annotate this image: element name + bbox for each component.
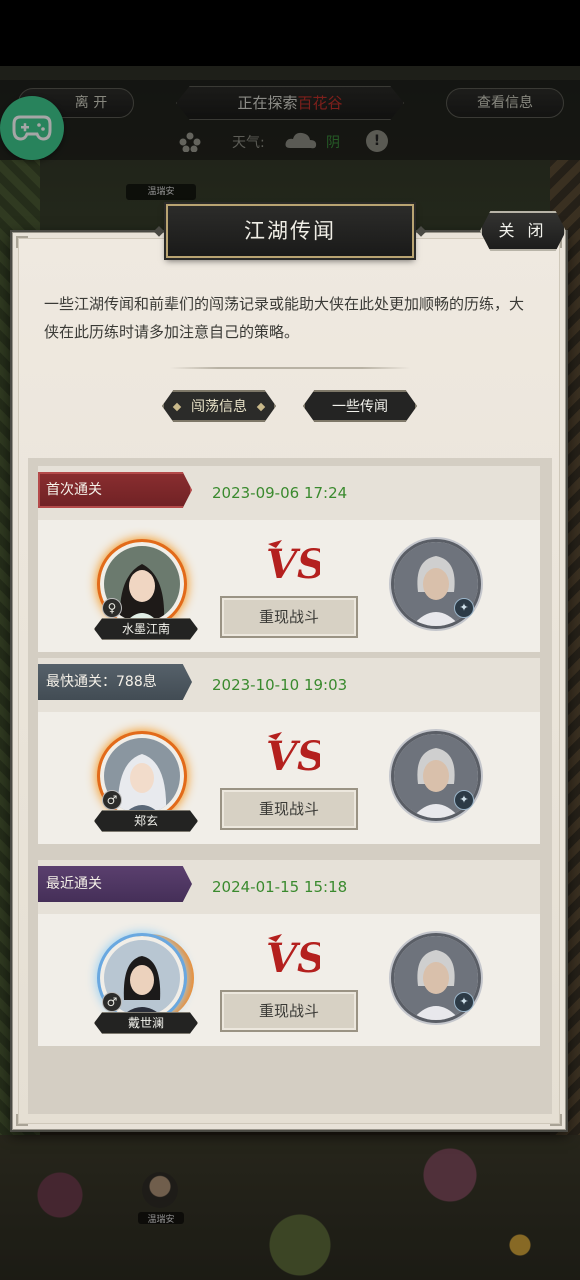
divider: [170, 367, 410, 369]
record-first-clear: 首次通关 2023-09-06 17:24 ♀ 水墨江南 VS 重现战斗 ✦: [38, 466, 540, 652]
close-button[interactable]: 关 闭: [480, 211, 566, 251]
record-label: 最近通关: [38, 866, 192, 902]
gender-badge: ♂: [102, 790, 122, 810]
record-body: ♂ 郑玄 VS 重现战斗 ✦: [38, 712, 540, 844]
vs-icon: VS: [266, 540, 320, 588]
corner-ornament: [550, 1114, 562, 1126]
replay-battle-button[interactable]: 重现战斗: [220, 596, 358, 638]
record-latest-clear: 最近通关 2024-01-15 15:18 ♂ 戴世澜 VS 重现战斗 ✦: [38, 860, 540, 1046]
record-header: 最近通关 2024-01-15 15:18: [38, 860, 540, 914]
corner-ornament: [16, 1114, 28, 1126]
replay-battle-button[interactable]: 重现战斗: [220, 990, 358, 1032]
sword-icon: ✦: [454, 992, 474, 1012]
sword-icon: ✦: [454, 790, 474, 810]
enemy-avatar[interactable]: ✦: [392, 732, 482, 822]
tab-adventure-info[interactable]: 闯荡信息: [162, 390, 276, 422]
player-name: 水墨江南: [94, 618, 198, 640]
record-body: ♀ 水墨江南 VS 重现战斗 ✦: [38, 520, 540, 652]
vs-icon: VS: [266, 934, 320, 982]
sword-icon: ✦: [454, 598, 474, 618]
record-label: 最快通关：788息: [38, 664, 192, 700]
record-header: 首次通关 2023-09-06 17:24: [38, 466, 540, 520]
record-time: 2024-01-15 15:18: [212, 878, 348, 896]
player-avatar[interactable]: ♀ 水墨江南: [94, 540, 198, 640]
record-header: 最快通关：788息 2023-10-10 19:03: [38, 658, 540, 712]
record-time: 2023-09-06 17:24: [212, 484, 348, 502]
records-list: 首次通关 2023-09-06 17:24 ♀ 水墨江南 VS 重现战斗 ✦ 最…: [28, 458, 552, 1114]
title-ornament-right: ◆: [415, 223, 427, 239]
record-body: ♂ 戴世澜 VS 重现战斗 ✦: [38, 914, 540, 1046]
svg-text:VS: VS: [266, 541, 320, 588]
gender-badge: ♀: [102, 598, 122, 618]
tab-label: 一些传闻: [332, 399, 388, 415]
replay-battle-button[interactable]: 重现战斗: [220, 788, 358, 830]
player-name: 郑玄: [94, 810, 198, 832]
tab-label: 闯荡信息: [191, 399, 247, 415]
enemy-avatar[interactable]: ✦: [392, 934, 482, 1024]
tab-dot-left: [172, 402, 182, 412]
enemy-avatar[interactable]: ✦: [392, 540, 482, 630]
player-avatar[interactable]: ♂ 戴世澜: [94, 934, 198, 1034]
record-time: 2023-10-10 19:03: [212, 676, 348, 694]
vs-icon: VS: [266, 732, 320, 780]
tab-dot-right: [256, 402, 266, 412]
corner-ornament: [16, 236, 28, 248]
svg-text:VS: VS: [266, 935, 320, 982]
intro-text: 一些江湖传闻和前辈们的闯荡记录或能助大侠在此处更加顺畅的历练，大侠在此历练时请多…: [44, 295, 525, 341]
status-bar: [0, 0, 580, 66]
player-avatar[interactable]: ♂ 郑玄: [94, 732, 198, 832]
gender-badge: ♂: [102, 992, 122, 1012]
player-name: 戴世澜: [94, 1012, 198, 1034]
svg-text:VS: VS: [266, 733, 320, 780]
record-fastest-clear: 最快通关：788息 2023-10-10 19:03 ♂ 郑玄 VS 重现战斗 …: [38, 658, 540, 844]
panel-title: 江湖传闻: [166, 204, 414, 258]
tab-rumors[interactable]: 一些传闻: [303, 390, 417, 422]
record-label: 首次通关: [38, 472, 192, 508]
